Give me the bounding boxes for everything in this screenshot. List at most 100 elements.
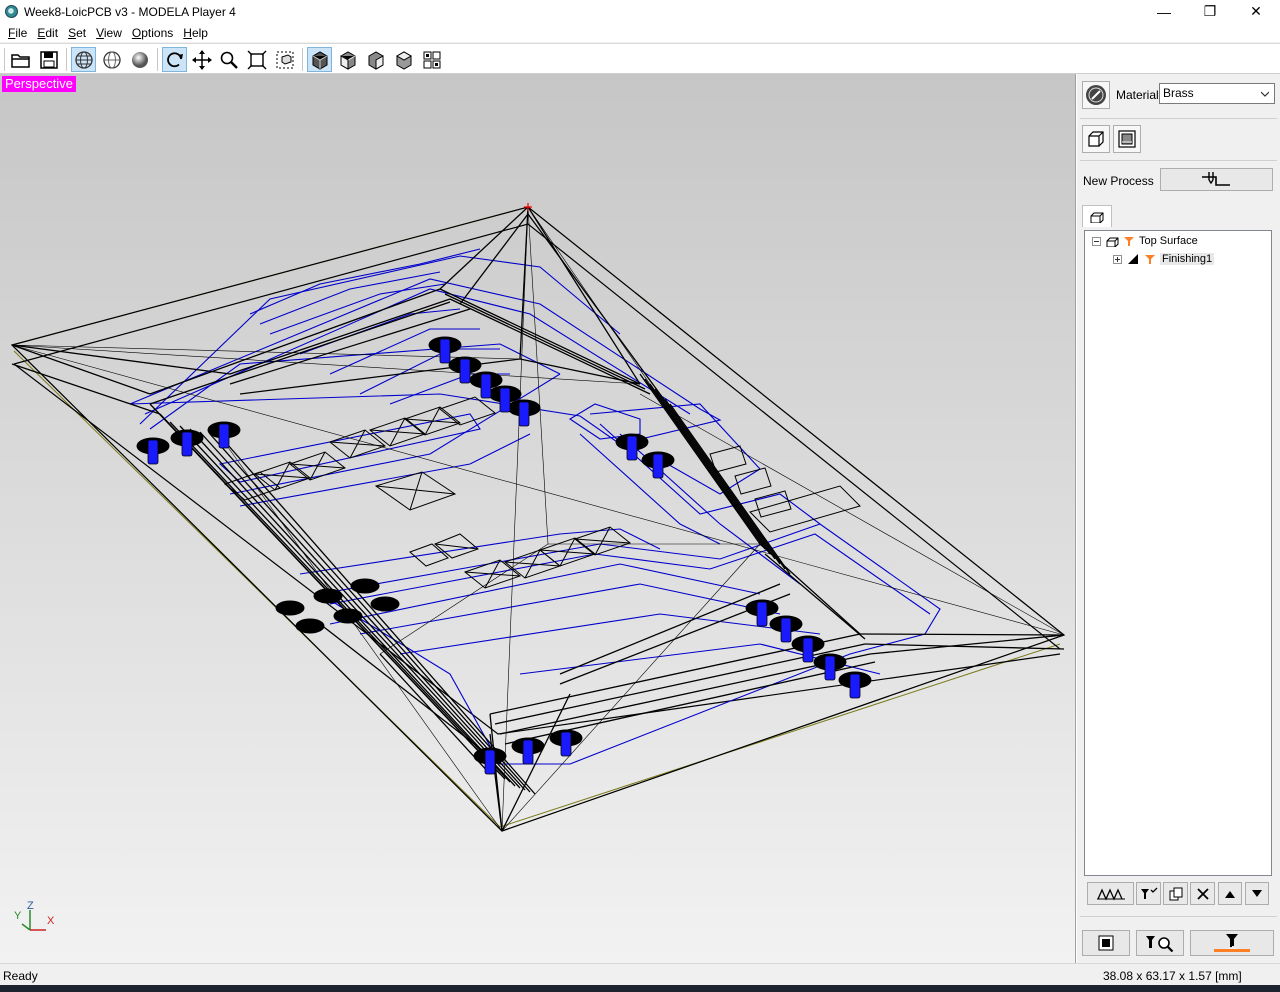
pin-cylinder (560, 731, 572, 757)
pad-ring (313, 588, 343, 604)
process-panel: Material Brass New Process Top Surface F… (1077, 74, 1280, 963)
back-view-button[interactable] (391, 47, 416, 72)
close-button[interactable]: ✕ (1233, 0, 1279, 23)
panel-divider (1080, 118, 1277, 119)
pan-button[interactable] (189, 47, 214, 72)
front-view-icon (340, 50, 355, 70)
title-bar: Week8-LoicPCB v3 - MODELA Player 4 — ❐ ✕ (0, 0, 1280, 23)
delete-x-icon (1196, 887, 1209, 900)
perspective-view-button[interactable] (307, 47, 332, 72)
finishing-wedge-icon (1126, 252, 1140, 266)
stock-view-button[interactable] (1113, 125, 1141, 153)
wire-box-icon (1088, 131, 1104, 147)
cylinder-icon (1118, 130, 1136, 148)
modela-player-window: Week8-LoicPCB v3 - MODELA Player 4 — ❐ ✕… (0, 0, 1280, 992)
multi-view-button[interactable] (419, 47, 444, 72)
pad-ring (350, 578, 380, 594)
material-select[interactable]: Brass (1159, 83, 1275, 104)
toolpath-settings-button[interactable] (1087, 882, 1134, 905)
collapse-toggle[interactable] (1092, 236, 1101, 246)
axis-x-label: X (47, 915, 55, 927)
process-tree[interactable]: Top Surface Finishing1 (1084, 230, 1272, 876)
pad-ring (370, 596, 400, 612)
mill-bit-icon (1143, 252, 1157, 266)
pin-cylinder (780, 617, 792, 643)
expand-toggle[interactable] (1113, 254, 1122, 264)
new-process-button[interactable] (1160, 168, 1273, 191)
wireframe-view-button[interactable] (71, 47, 96, 72)
back-view-icon (395, 50, 412, 70)
copy-button[interactable] (1163, 882, 1188, 905)
open-button[interactable] (8, 47, 33, 72)
tree-item-top-surface[interactable]: Top Surface (1092, 233, 1198, 249)
delete-button[interactable] (1190, 882, 1215, 905)
pin-cylinder (480, 373, 492, 399)
axis-z-label: Z (27, 900, 34, 912)
pin-cylinder (652, 453, 664, 479)
zoom-box-button[interactable] (272, 47, 297, 72)
pin-cylinder (147, 439, 159, 465)
taskbar (0, 985, 1280, 992)
material-label: Material (1116, 88, 1159, 102)
toolbar-separator (4, 48, 5, 71)
model-view-button[interactable] (1082, 125, 1110, 153)
fit-window-button[interactable] (244, 47, 269, 72)
filter-tool-icon (1140, 887, 1157, 899)
tool-magnifier-icon (1146, 936, 1174, 952)
tool-filter-button[interactable] (1136, 882, 1161, 905)
perspective-view-icon (312, 50, 327, 70)
move-up-button[interactable] (1218, 882, 1242, 905)
line-view-button[interactable] (99, 47, 124, 72)
pan-icon (191, 49, 212, 70)
status-bar: Ready 38.08 x 63.17 x 1.57 [mm] (0, 963, 1280, 985)
triangle-down-icon (1252, 889, 1262, 897)
tree-item-finishing1[interactable]: Finishing1 (1113, 251, 1215, 267)
model-dimensions: 38.08 x 63.17 x 1.57 [mm] (1103, 969, 1242, 983)
view-mode-label: Perspective (2, 76, 76, 92)
shaded-sphere-icon (131, 51, 148, 68)
save-button[interactable] (36, 47, 61, 72)
line-sphere-icon (102, 50, 121, 69)
3d-viewport[interactable]: Perspective Z X Y (0, 74, 1076, 963)
window-title: Week8-LoicPCB v3 - MODELA Player 4 (24, 4, 236, 19)
panel-divider (1080, 160, 1277, 161)
menu-help[interactable]: Help (178, 23, 213, 43)
pin-cylinder (626, 435, 638, 461)
new-process-label: New Process (1083, 174, 1154, 188)
pad-ring (275, 600, 305, 616)
menu-file[interactable]: File (3, 23, 32, 43)
maximize-button[interactable]: ❐ (1187, 0, 1233, 23)
shaded-view-button[interactable] (127, 47, 152, 72)
material-value: Brass (1163, 86, 1194, 100)
menu-options[interactable]: Options (127, 23, 178, 43)
pin-cylinder (499, 387, 511, 413)
preview-cutting-button[interactable] (1136, 930, 1184, 956)
zoom-button[interactable] (216, 47, 241, 72)
move-down-button[interactable] (1245, 882, 1269, 905)
rotate-button[interactable] (162, 47, 187, 72)
panel-divider (1080, 916, 1277, 917)
pin-cylinder (484, 749, 496, 775)
toolbar-separator (157, 48, 158, 71)
minimize-button[interactable]: — (1141, 0, 1187, 23)
zoom-box-icon (276, 51, 293, 68)
tree-item-label: Finishing1 (1160, 253, 1215, 265)
pin-cylinder (218, 423, 230, 449)
material-button[interactable] (1082, 81, 1110, 109)
wireframe-sphere-icon (74, 50, 93, 69)
process-tab[interactable] (1082, 205, 1112, 227)
wave-toolpath-icon (1096, 887, 1125, 901)
cut-button[interactable] (1190, 930, 1274, 956)
menu-set[interactable]: Set (63, 23, 91, 43)
menu-edit[interactable]: Edit (32, 23, 63, 43)
front-view-button[interactable] (335, 47, 360, 72)
pin-cylinder (849, 673, 861, 699)
zoom-icon (220, 51, 238, 69)
pin-cylinder (756, 601, 768, 627)
pin-cylinder (439, 338, 451, 364)
stop-button[interactable] (1082, 930, 1130, 956)
toolpath-icon (1201, 171, 1230, 186)
menu-view[interactable]: View (91, 23, 127, 43)
side-view-button[interactable] (363, 47, 388, 72)
side-view-icon (368, 50, 383, 70)
